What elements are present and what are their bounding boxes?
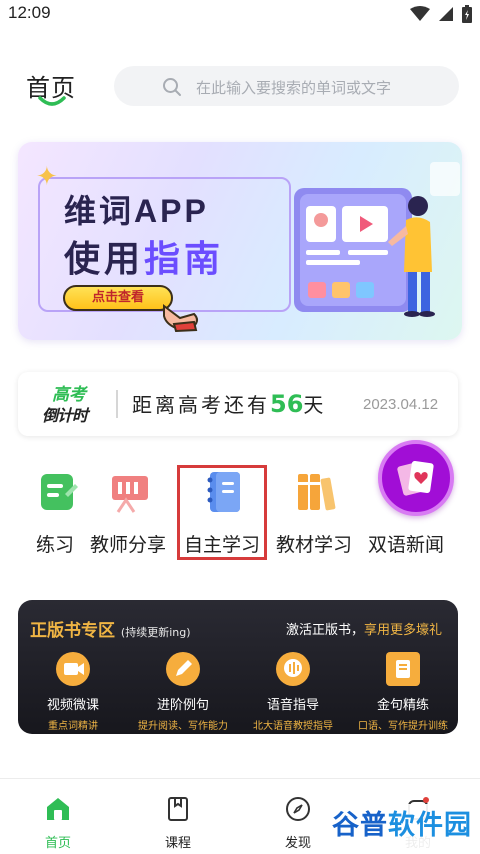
countdown-text: 距离高考还有56天	[132, 389, 326, 418]
compass-icon	[286, 797, 310, 821]
zone-title-main: 正版书专区	[30, 621, 115, 641]
countdown-badge-bottom: 倒计时	[42, 406, 88, 425]
battery-icon	[462, 5, 472, 23]
tab-home[interactable]: 首页	[18, 795, 98, 851]
tab-course[interactable]: 课程	[138, 795, 218, 851]
books-icon	[298, 474, 336, 511]
banner-title-line1: 维词APP	[64, 193, 209, 229]
zone-item-title: 语音指导	[266, 698, 319, 713]
banner-title-line2: 使用指南	[64, 230, 224, 282]
status-icons	[410, 5, 472, 23]
zone-item-golden-sentences[interactable]: 金句精练 口语、写作提升训练	[348, 652, 458, 732]
zone-item-voice[interactable]: 语音指导 北大语音教授指导	[238, 652, 348, 732]
search-placeholder: 在此输入要搜索的单词或文字	[196, 79, 392, 97]
watermark-part-a: 谷普	[332, 810, 388, 841]
practice-icon	[41, 474, 78, 510]
sparkle-icon: ✦	[36, 162, 58, 192]
guide-banner[interactable]: ✦ 维词APP 使用指南 点击查看	[18, 142, 462, 340]
zone-promo-b: 享用更多壕礼	[363, 623, 442, 638]
zone-promo-a: 激活正版书，	[285, 623, 364, 638]
quick-action-label: 教师分享	[89, 534, 166, 556]
banner-title-part-a: 使用	[64, 239, 145, 280]
course-icon	[168, 797, 188, 821]
quick-action-label: 教材学习	[275, 534, 352, 556]
zone-item-sub: 提升阅读、写作能力	[138, 721, 228, 732]
countdown-text-before: 距离高考还有	[132, 393, 270, 417]
tab-label: 发现	[284, 836, 311, 851]
smile-logo-icon	[38, 96, 66, 106]
highlight-frame	[177, 465, 267, 560]
book-icon	[386, 652, 420, 686]
zone-item-title: 金句精练	[376, 698, 429, 713]
home-icon	[47, 798, 69, 820]
watermark-part-b: 软件园	[388, 810, 472, 841]
quick-action-bilingual-news[interactable]: 双语新闻	[358, 468, 454, 560]
teacher-share-icon	[112, 476, 148, 513]
countdown-date: 2023.04.12	[363, 396, 439, 413]
voice-icon	[276, 652, 310, 686]
zone-item-sub: 口语、写作提升训练	[358, 721, 448, 732]
search-input[interactable]: 在此输入要搜索的单词或文字	[114, 66, 459, 106]
site-watermark: 谷普软件园	[330, 804, 472, 848]
tab-discover[interactable]: 发现	[258, 795, 338, 851]
zone-item-title: 视频微课	[46, 698, 99, 713]
quick-action-textbook-study[interactable]: 教材学习	[266, 468, 362, 560]
search-icon	[163, 78, 181, 96]
zone-item-video[interactable]: 视频微课 重点词精讲	[18, 652, 128, 732]
quick-action-teacher-share[interactable]: 教师分享	[80, 468, 176, 560]
tab-label: 课程	[164, 836, 191, 851]
tab-label: 首页	[44, 836, 71, 851]
zone-item-title: 进阶例句	[156, 698, 209, 713]
signal-icon	[439, 7, 453, 21]
zone-title: 正版书专区 (持续更新ing)	[30, 616, 191, 641]
countdown-divider	[116, 390, 118, 418]
genuine-book-zone[interactable]: 正版书专区 (持续更新ing) 激活正版书，享用更多壕礼 视频微课 重点词精讲 …	[18, 600, 458, 734]
zone-item-sub: 北大语音教授指导	[253, 721, 333, 732]
wifi-icon	[410, 6, 430, 21]
status-time: 12:09	[8, 3, 51, 22]
quick-action-label: 双语新闻	[367, 534, 444, 556]
exam-countdown-card: 高考 倒计时 距离高考还有56天 2023.04.12	[18, 372, 458, 436]
banner-illustration	[294, 162, 460, 317]
pointing-hand-icon	[163, 304, 198, 332]
countdown-days: 56	[270, 390, 304, 418]
status-bar: 12:09	[0, 0, 480, 28]
countdown-text-after: 天	[303, 393, 327, 417]
pencil-icon	[166, 652, 200, 686]
zone-title-sub: (持续更新ing)	[120, 626, 191, 639]
video-icon	[56, 652, 90, 686]
banner-title-part-b: 指南	[144, 239, 225, 280]
header: 首页 在此输入要搜索的单词或文字	[0, 28, 480, 128]
zone-promo: 激活正版书，享用更多壕礼	[286, 619, 442, 638]
zone-item-sentences[interactable]: 进阶例句 提升阅读、写作能力	[128, 652, 238, 732]
zone-item-sub: 重点词精讲	[48, 721, 98, 732]
